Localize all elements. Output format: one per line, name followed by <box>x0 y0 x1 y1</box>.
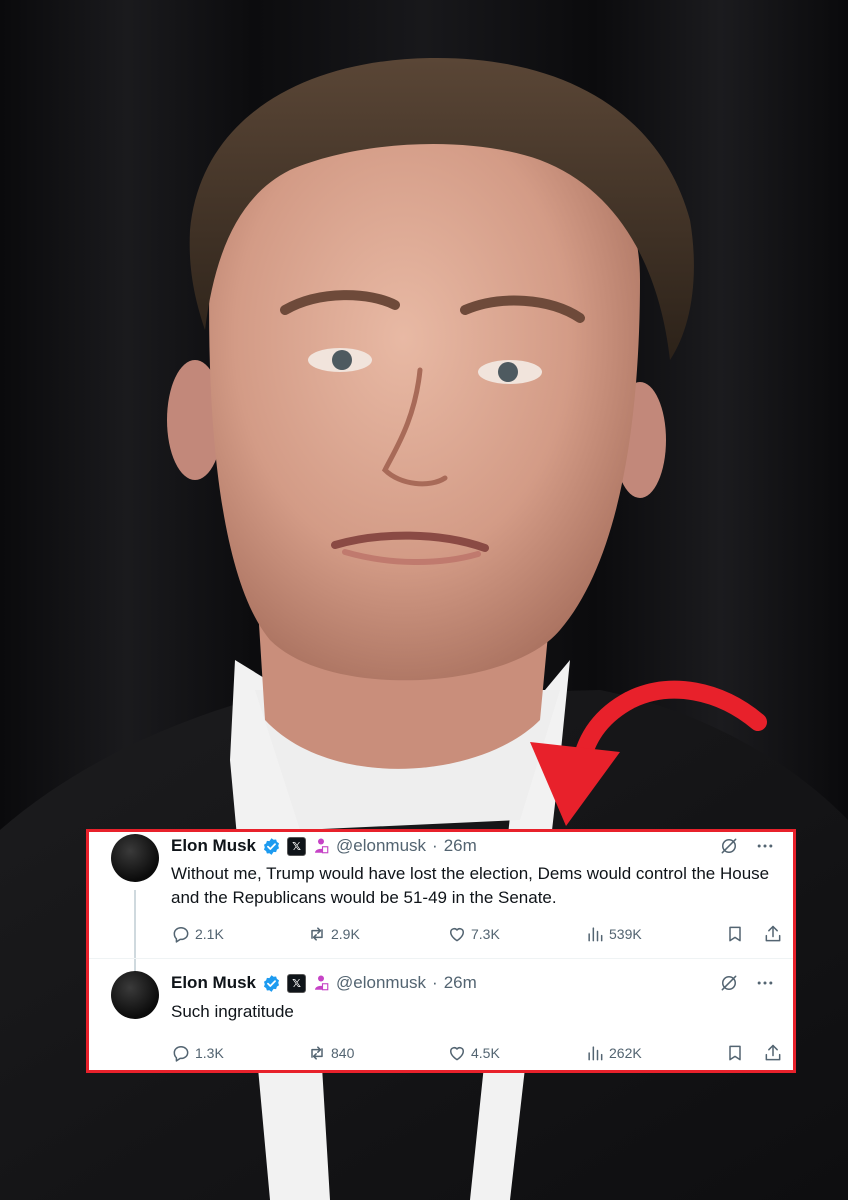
views-button[interactable]: 262K <box>585 1043 642 1063</box>
retweet-button[interactable]: 2.9K <box>307 924 360 944</box>
tweet-actions: 2.1K 2.9K 7.3K 539K <box>171 924 781 946</box>
government-affiliate-icon <box>315 975 329 991</box>
views-count: 262K <box>609 1045 642 1061</box>
tweet-header: Elon Musk 𝕏 @elonmusk · 26m <box>171 971 477 995</box>
share-icon <box>765 1044 781 1061</box>
separator-dot: · <box>432 836 438 855</box>
tweet[interactable]: Elon Musk 𝕏 @elonmusk · 26m Without me, … <box>89 832 793 958</box>
like-count: 7.3K <box>471 926 500 942</box>
reply-icon <box>173 1046 189 1062</box>
more-options-icon[interactable] <box>755 973 775 993</box>
bookmark-button[interactable] <box>725 924 745 944</box>
views-count: 539K <box>609 926 642 942</box>
tweet-top-icons <box>719 836 775 856</box>
retweet-button[interactable]: 840 <box>307 1043 354 1063</box>
reply-button[interactable]: 1.3K <box>171 1043 224 1063</box>
author-handle[interactable]: @elonmusk <box>336 973 426 993</box>
heart-icon <box>450 928 464 942</box>
views-button[interactable]: 539K <box>585 924 642 944</box>
bookmark-button[interactable] <box>725 1043 745 1063</box>
government-affiliate-icon <box>315 838 329 854</box>
tweet-text: Without me, Trump would have lost the el… <box>171 864 770 907</box>
tweet-header: Elon Musk 𝕏 @elonmusk · 26m <box>171 834 477 858</box>
avatar[interactable] <box>111 971 159 1019</box>
author-name[interactable]: Elon Musk <box>171 836 256 856</box>
heart-icon <box>450 1047 464 1061</box>
like-count: 4.5K <box>471 1045 500 1061</box>
reply-count: 2.1K <box>195 926 224 942</box>
avatar[interactable] <box>111 834 159 882</box>
views-chart-icon <box>588 1046 603 1061</box>
views-chart-icon <box>588 927 603 942</box>
retweet-count: 840 <box>331 1045 355 1061</box>
share-button[interactable] <box>763 924 783 944</box>
timestamp[interactable]: 26m <box>444 836 477 856</box>
retweet-icon <box>311 927 323 941</box>
tweet-text: Such ingratitude <box>171 1002 294 1021</box>
author-handle[interactable]: @elonmusk <box>336 836 426 856</box>
reply-count: 1.3K <box>195 1045 224 1061</box>
retweet-count: 2.9K <box>331 926 360 942</box>
grok-icon[interactable] <box>719 836 739 856</box>
x-affiliation-icon: 𝕏 <box>287 836 307 856</box>
more-options-icon[interactable] <box>755 836 775 856</box>
grok-icon[interactable] <box>719 973 739 993</box>
tweet-thread-card: Elon Musk 𝕏 @elonmusk · 26m Without me, … <box>86 829 796 1073</box>
share-icon <box>765 925 781 942</box>
timestamp[interactable]: 26m <box>444 973 477 993</box>
like-button[interactable]: 4.5K <box>447 1043 500 1063</box>
reply-icon <box>173 927 189 943</box>
x-affiliation-icon: 𝕏 <box>287 973 307 993</box>
retweet-icon <box>311 1046 323 1060</box>
tweet-actions: 1.3K 840 4.5K 262K <box>171 1043 781 1065</box>
verified-badge-icon <box>263 974 280 992</box>
reply-button[interactable]: 2.1K <box>171 924 224 944</box>
author-name[interactable]: Elon Musk <box>171 973 256 993</box>
verified-badge-icon <box>263 837 280 855</box>
bookmark-icon <box>729 926 741 942</box>
like-button[interactable]: 7.3K <box>447 924 500 944</box>
share-button[interactable] <box>763 1043 783 1063</box>
separator-dot: · <box>432 973 438 992</box>
bookmark-icon <box>729 1045 741 1061</box>
tweet[interactable]: Elon Musk 𝕏 @elonmusk · 26m Such ingrati… <box>89 958 793 1074</box>
tweet-top-icons <box>719 973 775 993</box>
